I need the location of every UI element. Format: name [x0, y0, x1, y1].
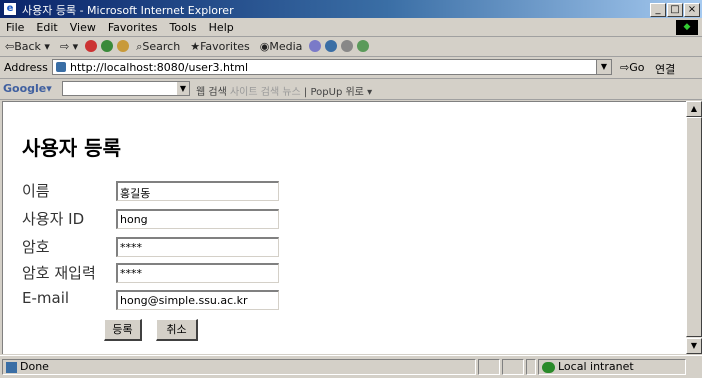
status-bar: Done Local intranet [0, 355, 702, 378]
scroll-down-icon[interactable]: ▼ [686, 338, 702, 354]
ie-icon: e [3, 2, 17, 16]
google-popup-blocker[interactable]: PopUp [310, 87, 342, 98]
page-content: 사용자 등록 이름 홍길동 사용자 ID hong 암호 **** 암호 재입력… [2, 101, 686, 354]
google-site-search-button[interactable]: 사이트 검색 [230, 87, 279, 98]
password-confirm-label: 암호 재입력 [22, 264, 96, 282]
google-logo[interactable]: Google▾ [3, 82, 52, 95]
status-pane-2 [502, 359, 524, 375]
back-label: Back [14, 40, 41, 53]
favorites-label: Favorites [200, 40, 250, 53]
edit-icon[interactable] [357, 40, 370, 52]
status-text: Done [20, 360, 49, 373]
address-input[interactable]: http://localhost:8080/user3.html ▼ [52, 59, 612, 75]
security-zone-pane: Local intranet [538, 359, 686, 375]
forward-button[interactable]: ⇨ ▾ [55, 37, 83, 53]
window-controls: _ □ × [649, 2, 700, 17]
search-label: Search [142, 40, 181, 53]
menu-bar: File Edit View Favorites Tools Help ◆ [0, 19, 702, 37]
menu-favorites[interactable]: Favorites [102, 19, 164, 34]
scrollbar-thumb[interactable] [686, 117, 702, 337]
cancel-button[interactable]: 취소 [156, 319, 198, 341]
google-search-dropdown-icon[interactable]: ▼ [177, 82, 189, 95]
links-button[interactable]: 연결 [655, 61, 675, 77]
status-pane-3 [526, 359, 536, 375]
home-icon[interactable] [117, 40, 130, 52]
menu-view[interactable]: View [64, 19, 102, 34]
status-pane-1 [478, 359, 500, 375]
close-button[interactable]: × [684, 3, 700, 17]
mail-icon[interactable] [325, 40, 338, 52]
intranet-zone-icon [542, 361, 555, 373]
refresh-icon[interactable] [101, 40, 114, 52]
email-label: E-mail [22, 289, 70, 307]
submit-button[interactable]: 등록 [104, 319, 142, 341]
menu-edit[interactable]: Edit [30, 19, 63, 34]
name-label: 이름 [22, 182, 50, 200]
google-web-search-button[interactable]: 웹 검색 [196, 87, 227, 98]
address-url: http://localhost:8080/user3.html [70, 61, 249, 74]
address-bar: Address http://localhost:8080/user3.html… [0, 57, 702, 79]
window-title: 사용자 등록 - Microsoft Internet Explorer [22, 4, 234, 17]
menu-help[interactable]: Help [203, 19, 240, 34]
google-tools: 웹 검색 사이트 검색 뉴스 | PopUp 위로 ▾ [196, 87, 373, 98]
status-text-pane: Done [2, 359, 476, 375]
google-search-input[interactable]: ▼ [62, 81, 190, 96]
menu-file[interactable]: File [0, 19, 30, 34]
password-confirm-field[interactable]: **** [116, 263, 279, 283]
favorites-button[interactable]: ★Favorites [185, 37, 255, 53]
user-id-field[interactable]: hong [116, 209, 279, 229]
print-icon[interactable] [341, 40, 354, 52]
windows-logo-icon: ◆ [676, 20, 698, 35]
user-id-label: 사용자 ID [22, 210, 85, 228]
google-news-button[interactable]: 뉴스 [282, 87, 300, 98]
page-icon [56, 62, 66, 72]
go-label: Go [629, 61, 645, 74]
back-button[interactable]: ⇦Back ▾ [0, 37, 55, 53]
scroll-up-icon[interactable]: ▲ [686, 101, 702, 117]
page-done-icon [6, 361, 17, 373]
google-logo-label: Google [3, 82, 47, 95]
address-label: Address [4, 61, 48, 74]
google-toolbar: Google▾ ▼ 웹 검색 사이트 검색 뉴스 | PopUp 위로 ▾ [0, 79, 702, 100]
password-field[interactable]: **** [116, 237, 279, 257]
vertical-scrollbar[interactable]: ▲ ▼ [686, 101, 702, 354]
security-zone: Local intranet [558, 360, 634, 373]
media-button[interactable]: ◉Media [255, 37, 308, 53]
email-field[interactable]: hong@simple.ssu.ac.kr [116, 290, 279, 310]
name-field[interactable]: 홍길동 [116, 181, 279, 201]
password-label: 암호 [22, 238, 50, 256]
minimize-button[interactable]: _ [650, 3, 666, 17]
stop-icon[interactable] [85, 40, 98, 52]
page-title: 사용자 등록 [22, 136, 121, 160]
search-button[interactable]: ⌕Search [131, 37, 185, 54]
standard-toolbar: ⇦Back ▾ ⇨ ▾ ⌕Search ★Favorites ◉Media [0, 37, 702, 57]
history-icon[interactable] [309, 40, 322, 52]
google-up-button[interactable]: 위로 [345, 87, 363, 98]
go-button[interactable]: ⇨Go [620, 61, 644, 74]
media-label: Media [269, 40, 303, 53]
address-dropdown-icon[interactable]: ▼ [596, 60, 611, 74]
menu-tools[interactable]: Tools [164, 19, 203, 34]
maximize-button[interactable]: □ [667, 3, 683, 17]
title-bar: e 사용자 등록 - Microsoft Internet Explorer _… [0, 0, 702, 18]
